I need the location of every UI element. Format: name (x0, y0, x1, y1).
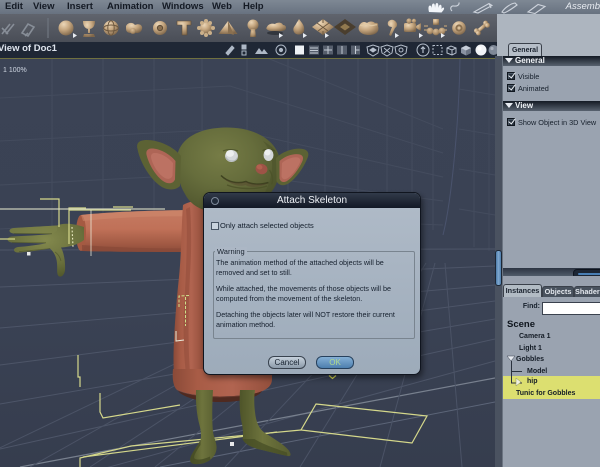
svg-text:1 100%: 1 100% (3, 67, 27, 74)
